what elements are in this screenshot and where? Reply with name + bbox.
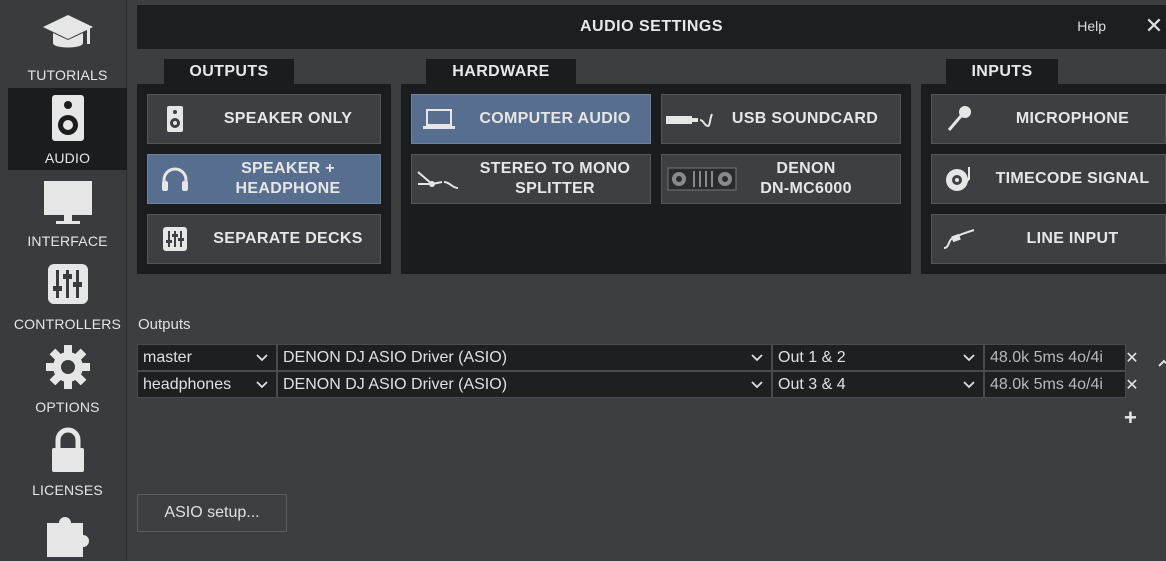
chevron-down-icon bbox=[963, 345, 975, 370]
microphone-icon bbox=[932, 95, 986, 143]
sidebar-item-label: CONTROLLERS bbox=[13, 316, 122, 332]
sidebar-item-label: LICENSES bbox=[32, 482, 103, 498]
window-title: AUDIO SETTINGS bbox=[579, 18, 723, 35]
stereo-to-mono-splitter-button[interactable]: STEREO TO MONO SPLITTER bbox=[411, 154, 651, 204]
device-info: 48.0k 5ms 4o/4i bbox=[984, 344, 1126, 371]
channel-value: headphones bbox=[143, 376, 232, 393]
channel-value: master bbox=[143, 349, 192, 366]
ports-select[interactable]: Out 3 & 4 bbox=[772, 371, 984, 398]
turntable-icon bbox=[932, 155, 986, 203]
tab-outputs: OUTPUTS bbox=[164, 59, 294, 85]
driver-value: DENON DJ ASIO Driver (ASIO) bbox=[283, 349, 508, 366]
driver-value: DENON DJ ASIO Driver (ASIO) bbox=[283, 376, 508, 393]
sidebar-item-interface[interactable]: INTERFACE bbox=[8, 171, 127, 253]
remove-row-button[interactable]: ✕ bbox=[1125, 375, 1139, 395]
separate-decks-button[interactable]: SEPARATE DECKS bbox=[147, 214, 381, 264]
denon-dn-mc6000-button[interactable]: DENON DN-MC6000 bbox=[661, 154, 901, 204]
channel-select[interactable]: master bbox=[137, 344, 277, 371]
sidebar-item-label: AUDIO bbox=[44, 150, 91, 166]
monitor-icon bbox=[40, 175, 96, 227]
sidebar-item-label: INTERFACE bbox=[27, 233, 108, 249]
button-label: STEREO TO MONO SPLITTER bbox=[479, 160, 631, 197]
sidebar-item-extensions[interactable] bbox=[8, 503, 127, 561]
laptop-icon bbox=[412, 95, 466, 143]
gear-icon bbox=[40, 341, 96, 393]
channel-select[interactable]: headphones bbox=[137, 371, 277, 398]
sidebar-item-label: OPTIONS bbox=[35, 399, 100, 415]
speaker-headphone-button[interactable]: SPEAKER + HEADPHONE bbox=[147, 154, 381, 204]
line-input-button[interactable]: LINE INPUT bbox=[931, 214, 1166, 264]
chevron-down-icon bbox=[963, 372, 975, 397]
puzzle-icon bbox=[40, 509, 96, 559]
driver-select[interactable]: DENON DJ ASIO Driver (ASIO) bbox=[277, 344, 772, 371]
usb-soundcard-button[interactable]: USB SOUNDCARD bbox=[661, 94, 901, 144]
button-label: TIMECODE SIGNAL bbox=[995, 170, 1150, 187]
timecode-signal-button[interactable]: TIMECODE SIGNAL bbox=[931, 154, 1166, 204]
ports-value: Out 3 & 4 bbox=[778, 376, 846, 393]
speaker-icon bbox=[40, 92, 96, 144]
close-icon[interactable]: ✕ bbox=[1142, 13, 1166, 39]
device-info: 48.0k 5ms 4o/4i bbox=[984, 371, 1126, 398]
tab-inputs: INPUTS bbox=[946, 59, 1058, 85]
sidebar-item-label: TUTORIALS bbox=[27, 67, 108, 83]
button-label: SPEAKER + HEADPHONE bbox=[235, 160, 341, 197]
button-label: SEPARATE DECKS bbox=[213, 230, 363, 247]
button-label: USB SOUNDCARD bbox=[731, 110, 879, 127]
chevron-down-icon bbox=[256, 372, 268, 397]
sidebar: TUTORIALS AUDIO INTERFACE CONTROLLERS OP… bbox=[0, 0, 127, 561]
button-label: SPEAKER ONLY bbox=[223, 110, 353, 127]
sidebar-item-licenses[interactable]: LICENSES bbox=[8, 420, 127, 502]
sidebar-item-audio[interactable]: AUDIO bbox=[8, 88, 127, 170]
chevron-down-icon bbox=[256, 345, 268, 370]
sidebar-item-controllers[interactable]: CONTROLLERS bbox=[8, 254, 127, 336]
scroll-up-icon[interactable] bbox=[1158, 356, 1166, 370]
button-label: LINE INPUT bbox=[1026, 230, 1119, 247]
button-label: DENON DN-MC6000 bbox=[760, 160, 852, 197]
splitter-cable-icon bbox=[412, 155, 466, 203]
button-label: MICROPHONE bbox=[1015, 110, 1130, 127]
usb-soundcard-icon bbox=[662, 95, 716, 143]
speaker-icon bbox=[148, 95, 202, 143]
tab-hardware: HARDWARE bbox=[426, 59, 576, 85]
computer-audio-button[interactable]: COMPUTER AUDIO bbox=[411, 94, 651, 144]
title-bar: AUDIO SETTINGS Help ✕ bbox=[137, 5, 1166, 49]
microphone-button[interactable]: MICROPHONE bbox=[931, 94, 1166, 144]
sidebar-item-options[interactable]: OPTIONS bbox=[8, 337, 127, 419]
graduation-cap-icon bbox=[40, 9, 96, 61]
chevron-down-icon bbox=[751, 345, 763, 370]
remove-row-button[interactable]: ✕ bbox=[1125, 348, 1139, 368]
controller-device-icon bbox=[662, 155, 742, 203]
outputs-section-label: Outputs bbox=[138, 316, 191, 333]
lock-icon bbox=[40, 424, 96, 476]
cable-jack-icon bbox=[932, 215, 986, 263]
chevron-down-icon bbox=[751, 372, 763, 397]
ports-value: Out 1 & 2 bbox=[778, 349, 846, 366]
speaker-only-button[interactable]: SPEAKER ONLY bbox=[147, 94, 381, 144]
mixer-icon bbox=[148, 215, 202, 263]
headphone-icon bbox=[148, 155, 202, 203]
help-link[interactable]: Help bbox=[1077, 18, 1106, 34]
ports-select[interactable]: Out 1 & 2 bbox=[772, 344, 984, 371]
asio-setup-button[interactable]: ASIO setup... bbox=[137, 494, 287, 532]
button-label: COMPUTER AUDIO bbox=[479, 110, 631, 127]
sliders-icon bbox=[40, 258, 96, 310]
add-output-button[interactable]: + bbox=[1124, 405, 1137, 431]
driver-select[interactable]: DENON DJ ASIO Driver (ASIO) bbox=[277, 371, 772, 398]
sidebar-item-tutorials[interactable]: TUTORIALS bbox=[8, 5, 127, 87]
